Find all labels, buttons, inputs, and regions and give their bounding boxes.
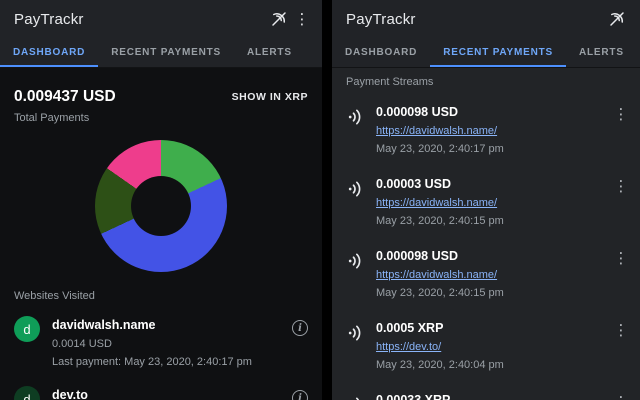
site-avatar: d: [14, 316, 40, 342]
payment-menu-icon[interactable]: ⋮: [610, 105, 632, 123]
website-item[interactable]: d davidwalsh.name 0.0014 USD Last paymen…: [0, 308, 322, 378]
app-title: PayTrackr: [14, 10, 84, 28]
payment-url-link[interactable]: https://davidwalsh.name/: [376, 123, 497, 139]
total-payments-caption: Total Payments: [14, 112, 90, 124]
site-avatar: d: [14, 386, 40, 400]
app-title: PayTrackr: [346, 10, 416, 28]
site-name: dev.to: [52, 388, 88, 400]
stream-signal-icon: [346, 323, 376, 348]
paytrackr-app: PayTrackr ⋮ DASHBOARD RECENT PAYMENTS AL…: [0, 0, 640, 400]
recent-payments-panel: PayTrackr DASHBOARD RECENT PAYMENTS ALER…: [332, 0, 640, 400]
tab-alerts[interactable]: ALERTS: [566, 38, 637, 67]
dashboard-panel: PayTrackr ⋮ DASHBOARD RECENT PAYMENTS AL…: [0, 0, 322, 400]
site-last-payment: Last payment: May 23, 2020, 2:40:17 pm: [52, 356, 252, 368]
info-icon[interactable]: i: [292, 320, 308, 336]
stream-signal-icon: [346, 107, 376, 132]
tab-alerts[interactable]: ALERTS: [234, 38, 305, 67]
payment-row: 0.00033 XRP https://dev.to/ May 23, 2020…: [332, 382, 640, 400]
payment-menu-icon[interactable]: ⋮: [610, 321, 632, 339]
website-item[interactable]: d dev.to i: [0, 378, 322, 400]
overflow-menu-icon[interactable]: ⋮: [292, 10, 312, 28]
payment-row: 0.000098 USD https://davidwalsh.name/ Ma…: [332, 238, 640, 310]
payment-menu-icon[interactable]: ⋮: [610, 393, 632, 400]
tab-bar-left: DASHBOARD RECENT PAYMENTS ALERTS: [0, 38, 322, 68]
payment-amount: 0.000098 USD: [376, 249, 459, 263]
donut-chart: [95, 140, 227, 272]
websites-visited-heading: Websites Visited: [14, 290, 95, 302]
payment-date: May 23, 2020, 2:40:15 pm: [376, 287, 504, 299]
header-right: PayTrackr: [332, 0, 640, 38]
payment-row: 0.00003 USD https://davidwalsh.name/ May…: [332, 166, 640, 238]
monetization-disabled-icon[interactable]: [266, 6, 292, 32]
payments-content: Payment Streams 0.000098 USD https://dav…: [332, 68, 640, 400]
payment-date: May 23, 2020, 2:40:04 pm: [376, 359, 504, 371]
tab-recent-payments[interactable]: RECENT PAYMENTS: [98, 38, 234, 67]
payment-amount: 0.000098 USD: [376, 105, 459, 119]
payment-url-link[interactable]: https://dev.to/: [376, 339, 441, 355]
tab-bar-right: DASHBOARD RECENT PAYMENTS ALERTS: [332, 38, 640, 68]
payment-menu-icon[interactable]: ⋮: [610, 177, 632, 195]
stream-signal-icon: [346, 395, 376, 400]
payment-menu-icon[interactable]: ⋮: [610, 249, 632, 267]
stream-signal-icon: [346, 179, 376, 204]
payment-amount: 0.0005 XRP: [376, 321, 444, 335]
panel-divider: [322, 0, 332, 400]
payment-url-link[interactable]: https://davidwalsh.name/: [376, 267, 497, 283]
tab-dashboard[interactable]: DASHBOARD: [332, 38, 430, 67]
info-icon[interactable]: i: [292, 390, 308, 400]
payment-url-link[interactable]: https://davidwalsh.name/: [376, 195, 497, 211]
dashboard-content: 0.009437 USD SHOW IN XRP Total Payments …: [0, 68, 322, 400]
payment-streams-heading: Payment Streams: [346, 76, 434, 88]
header-left: PayTrackr ⋮: [0, 0, 322, 38]
monetization-disabled-icon[interactable]: [604, 6, 630, 32]
payment-amount: 0.00033 XRP: [376, 393, 451, 400]
tab-dashboard[interactable]: DASHBOARD: [0, 38, 98, 67]
payment-amount: 0.00003 USD: [376, 177, 452, 191]
site-name: davidwalsh.name: [52, 318, 156, 332]
payment-row: 0.000098 USD https://davidwalsh.name/ Ma…: [332, 94, 640, 166]
stream-signal-icon: [346, 251, 376, 276]
payment-row: 0.0005 XRP https://dev.to/ May 23, 2020,…: [332, 310, 640, 382]
tab-recent-payments[interactable]: RECENT PAYMENTS: [430, 38, 566, 67]
total-payments-amount: 0.009437 USD: [14, 88, 116, 105]
site-amount: 0.0014 USD: [52, 338, 112, 350]
payment-date: May 23, 2020, 2:40:15 pm: [376, 215, 504, 227]
show-in-xrp-button[interactable]: SHOW IN XRP: [232, 91, 308, 103]
payment-date: May 23, 2020, 2:40:17 pm: [376, 143, 504, 155]
